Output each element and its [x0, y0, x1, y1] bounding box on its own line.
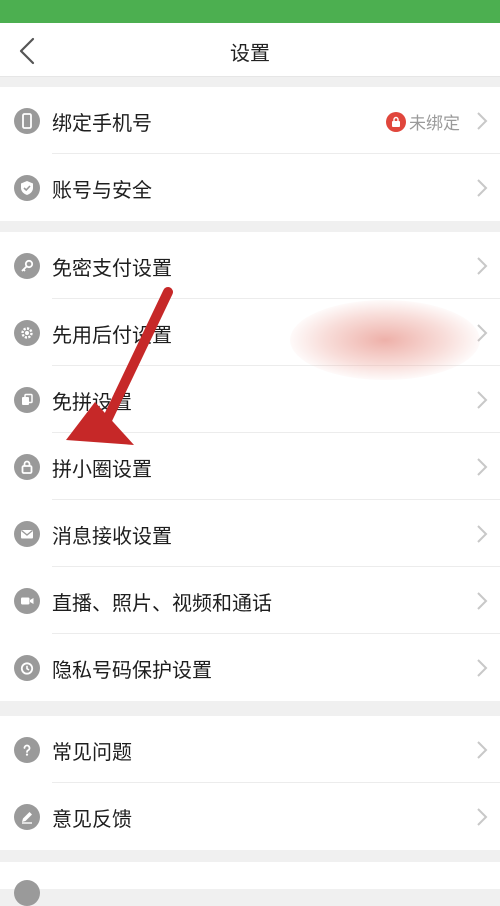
- status-bar: [0, 0, 500, 23]
- mail-icon: [14, 521, 40, 547]
- shield-icon: [14, 175, 40, 201]
- settings-group-account: 绑定手机号 未绑定 账号与安全: [0, 87, 500, 221]
- key-icon: [14, 253, 40, 279]
- row-circle-settings[interactable]: 拼小圈设置: [0, 433, 500, 500]
- copy-icon: [14, 387, 40, 413]
- row-media-calls[interactable]: 直播、照片、视频和通话: [0, 567, 500, 634]
- chevron-right-icon: [477, 592, 488, 610]
- chevron-right-icon: [477, 458, 488, 476]
- lock-icon: [386, 111, 406, 132]
- row-bind-phone[interactable]: 绑定手机号 未绑定: [0, 87, 500, 154]
- phone-icon: [14, 108, 40, 134]
- row-label: 拼小圈设置: [52, 457, 152, 481]
- chevron-right-icon: [477, 391, 488, 409]
- row-label: 隐私号码保护设置: [52, 658, 212, 682]
- settings-group-payment: 免密支付设置 先用后付设置 免拼设置 拼小圈设置 消息接收设置 直播、照片、视频…: [0, 232, 500, 701]
- row-feedback[interactable]: 意见反馈: [0, 783, 500, 850]
- bind-status: 未绑定: [386, 109, 460, 134]
- chevron-right-icon: [477, 741, 488, 759]
- chevron-right-icon: [477, 525, 488, 543]
- row-label: 意见反馈: [52, 807, 132, 831]
- chevron-right-icon: [477, 808, 488, 826]
- chevron-right-icon: [477, 257, 488, 275]
- row-password-free-pay[interactable]: 免密支付设置: [0, 232, 500, 299]
- row-label: 消息接收设置: [52, 524, 172, 548]
- row-faq[interactable]: 常见问题: [0, 716, 500, 783]
- page-title: 设置: [230, 41, 270, 65]
- row-message-settings[interactable]: 消息接收设置: [0, 500, 500, 567]
- chevron-right-icon: [477, 112, 488, 130]
- question-icon: [14, 737, 40, 763]
- settings-group-next: [0, 862, 500, 906]
- row-label: 免密支付设置: [52, 256, 172, 280]
- gear-icon: [14, 320, 40, 346]
- row-account-security[interactable]: 账号与安全: [0, 154, 500, 221]
- row-label: 绑定手机号: [52, 111, 152, 135]
- row-label: 先用后付设置: [52, 323, 172, 347]
- clock-icon: [14, 655, 40, 681]
- chevron-right-icon: [477, 324, 488, 342]
- chevron-right-icon: [477, 179, 488, 197]
- status-badge: 未绑定: [409, 114, 460, 134]
- chevron-right-icon: [477, 659, 488, 677]
- pencil-icon: [14, 804, 40, 830]
- row-privacy-number[interactable]: 隐私号码保护设置: [0, 634, 500, 701]
- row-label: 免拼设置: [52, 390, 132, 414]
- settings-group-help: 常见问题 意见反馈: [0, 716, 500, 850]
- list-icon: [14, 880, 40, 906]
- row-label: 账号与安全: [52, 178, 152, 202]
- row-label: 直播、照片、视频和通话: [52, 591, 272, 615]
- row-free-group[interactable]: 免拼设置: [0, 366, 500, 433]
- lock-icon: [14, 454, 40, 480]
- row-pay-later[interactable]: 先用后付设置: [0, 299, 500, 366]
- row-label: 常见问题: [52, 740, 132, 764]
- nav-bar: 设置: [0, 23, 500, 77]
- video-icon: [14, 588, 40, 614]
